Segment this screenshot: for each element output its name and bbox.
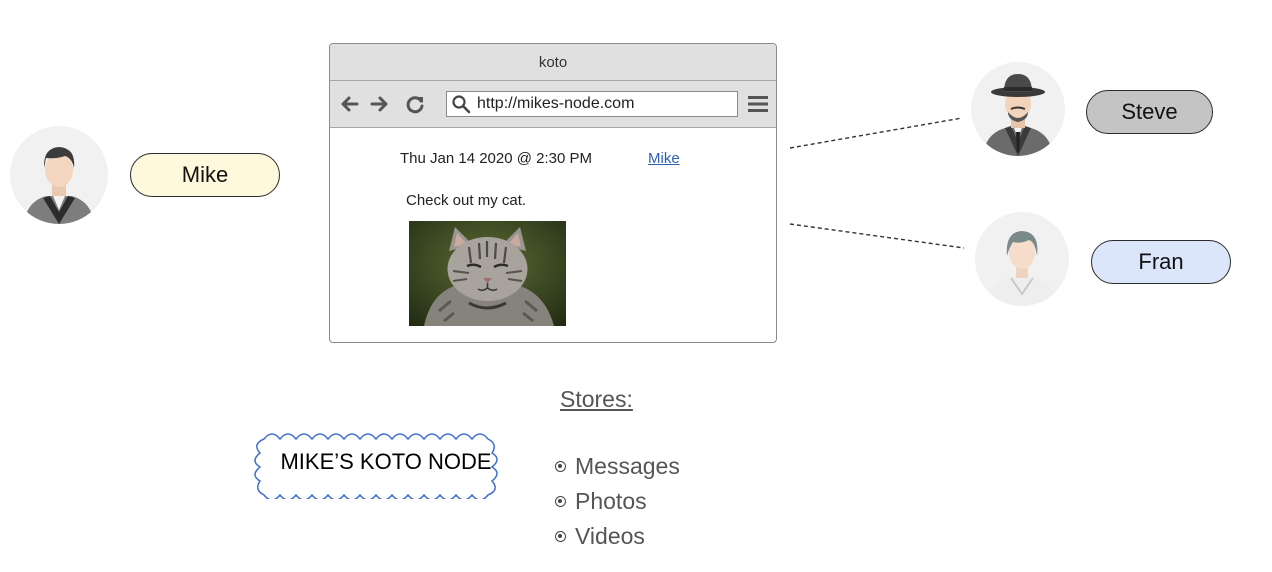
reload-icon[interactable] bbox=[404, 93, 426, 115]
radio-bullet-icon bbox=[555, 531, 566, 542]
search-icon bbox=[452, 95, 471, 114]
name-pill-fran: Fran bbox=[1091, 240, 1231, 284]
node-label-text: MIKE’S KOTO NODE bbox=[280, 449, 492, 474]
browser-window: koto http://mikes-node.com Thu Jan 14 20… bbox=[329, 43, 777, 343]
name-pill-steve: Steve bbox=[1086, 90, 1213, 134]
name-label-mike: Mike bbox=[181, 162, 229, 187]
store-item-messages: Messages bbox=[555, 449, 680, 484]
forward-arrow-icon[interactable] bbox=[368, 93, 390, 115]
node-label: MIKE’S KOTO NODE bbox=[254, 433, 518, 491]
browser-titlebar: koto bbox=[330, 44, 776, 81]
post-author-link[interactable]: Mike bbox=[648, 150, 680, 167]
url-text: http://mikes-node.com bbox=[477, 95, 635, 112]
hamburger-menu-icon[interactable] bbox=[748, 95, 768, 113]
stores-list: Messages Photos Videos bbox=[555, 449, 680, 554]
store-item-label: Messages bbox=[575, 453, 680, 479]
store-item-label: Photos bbox=[575, 488, 647, 514]
browser-title: koto bbox=[538, 53, 568, 71]
store-item-videos: Videos bbox=[555, 519, 680, 554]
browser-toolbar: http://mikes-node.com bbox=[330, 81, 776, 128]
post-timestamp: Thu Jan 14 2020 @ 2:30 PM bbox=[400, 150, 593, 167]
store-item-label: Videos bbox=[575, 523, 645, 549]
name-label-steve: Steve bbox=[1121, 99, 1178, 124]
avatar-mike bbox=[10, 126, 108, 224]
avatar-fran bbox=[975, 212, 1069, 306]
url-bar[interactable]: http://mikes-node.com bbox=[446, 91, 738, 117]
stores-heading: Stores: bbox=[560, 386, 633, 412]
name-label-fran: Fran bbox=[1138, 249, 1184, 274]
radio-bullet-icon bbox=[555, 496, 566, 507]
post-text: Check out my cat. bbox=[406, 192, 527, 209]
store-item-photos: Photos bbox=[555, 484, 680, 519]
connector-fran bbox=[789, 223, 965, 249]
avatar-steve bbox=[971, 62, 1065, 156]
back-arrow-icon[interactable] bbox=[339, 93, 361, 115]
radio-bullet-icon bbox=[555, 461, 566, 472]
name-pill-mike: Mike bbox=[130, 153, 280, 197]
connector-steve bbox=[789, 117, 963, 149]
cat-photo bbox=[409, 221, 566, 326]
